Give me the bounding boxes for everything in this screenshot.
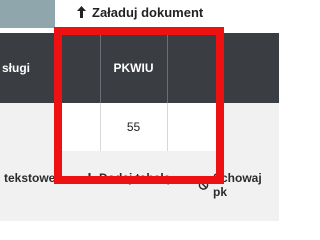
text-fields-label: tekstowe [4,171,56,185]
highlight-frame [54,27,224,184]
upload-document-label: Załaduj dokument [92,4,204,20]
header-services-label: sługi [2,61,31,75]
upload-arrow-icon [77,6,86,18]
upload-document-button[interactable]: Załaduj dokument [76,0,203,24]
toolbar-thumbnail [0,0,55,28]
header-cell-services: sługi [0,33,56,103]
text-fields-link[interactable]: tekstowe [4,171,55,185]
